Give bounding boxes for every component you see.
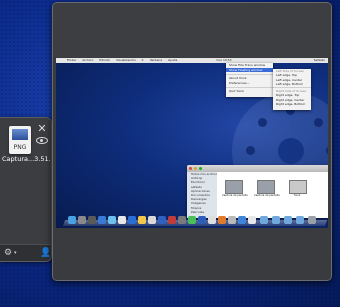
app-menu: Show Fiile Trans window Show Floating wi…	[226, 63, 273, 97]
zoom-dot	[199, 167, 202, 170]
file-thumbnail	[257, 180, 275, 194]
submenu-item: Right edge, Bottom	[276, 102, 306, 107]
file-thumbnail	[225, 180, 243, 194]
gear-icon[interactable]: ⚙	[4, 248, 12, 258]
preview-header-area	[53, 3, 331, 57]
user-name: Sefasto	[313, 58, 325, 62]
dock-app-icon	[208, 216, 216, 224]
file-label: Captura de pantalla	[254, 194, 280, 197]
dock-app-icon	[188, 216, 196, 224]
chevron-down-icon[interactable]: ▾	[14, 250, 17, 256]
reel-hole	[258, 118, 267, 127]
panel-footer: ⚙ ▾ 👤	[0, 244, 51, 261]
dock-app-icon	[178, 216, 186, 224]
person-icon[interactable]: 👤	[40, 248, 51, 258]
dock-app-icon	[148, 216, 156, 224]
menu-archivo: Archivo	[82, 58, 94, 62]
menu-finder: Finder	[67, 58, 77, 62]
menu-bar: Finder Archivo Edición Visualización Ir …	[56, 58, 328, 63]
close-icon[interactable]: ✕	[37, 123, 47, 134]
dock-app-icon	[118, 216, 126, 224]
dock-app-icon	[198, 216, 206, 224]
dock-app-icon	[138, 216, 146, 224]
menu-separator	[226, 86, 273, 88]
menu-item-highlighted: Show Floating window	[226, 67, 273, 72]
reel-hole	[314, 118, 323, 127]
reel-hole	[326, 146, 328, 155]
file-name-label[interactable]: Captura...3.51.png	[2, 155, 50, 163]
trash-icon	[308, 216, 316, 224]
dock-app-icon	[238, 216, 246, 224]
dock-app-icon	[168, 216, 176, 224]
dock-folder-icon	[284, 216, 292, 224]
dock-app-icon	[108, 216, 116, 224]
minimize-dot	[194, 167, 197, 170]
file-label: Captura de pantalla	[222, 194, 248, 197]
finder-toolbar	[187, 165, 328, 172]
dock-folder-icon	[296, 216, 304, 224]
close-dot	[189, 167, 192, 170]
dock-app-icon	[218, 216, 226, 224]
menu-separator	[226, 73, 273, 75]
menu-ayuda: Ayuda	[168, 58, 178, 62]
dock-app-icon	[128, 216, 136, 224]
dock-app-icon	[98, 216, 106, 224]
menu-edicion: Edición	[99, 58, 111, 62]
file-thumbnail	[289, 180, 307, 194]
dock-app-icon	[158, 216, 166, 224]
image-preview-thumbnail	[12, 129, 28, 140]
dock-app-icon	[228, 216, 236, 224]
file-extension-label: PNG	[13, 144, 27, 151]
file-label: Yoink	[293, 194, 301, 197]
dock	[62, 212, 328, 226]
menu-separator	[273, 87, 311, 89]
eye-icon[interactable]	[36, 137, 48, 144]
dock-app-icon	[88, 216, 96, 224]
reel-hub	[278, 138, 304, 164]
quick-look-window: Finder Archivo Edición Visualización Ir …	[52, 2, 332, 281]
screenshot-image: Finder Archivo Edición Visualización Ir …	[56, 58, 328, 228]
dock-folder-icon	[272, 216, 280, 224]
finder-dock-icon	[68, 216, 76, 224]
menu-ir: Ir	[141, 58, 144, 62]
png-file-icon[interactable]: PNG	[9, 126, 31, 154]
file-drop-panel: ✕ PNG Captura...3.51.png ⚙ ▾ 👤	[0, 117, 52, 262]
dock-folder-icon	[260, 216, 268, 224]
menu-item: Quit Yoink	[229, 89, 244, 93]
submenu-item: Left edge, Bottom	[276, 81, 304, 86]
preview-footer-area	[53, 229, 331, 280]
dock-app-icon	[248, 216, 256, 224]
finder-window: Todos mis archivos AirDrop Escritorio se…	[187, 165, 328, 218]
reel-hole	[246, 146, 255, 155]
dock-app-icon	[78, 216, 86, 224]
menu-visualizacion: Visualización	[116, 58, 136, 62]
menu-ventana: Ventana	[149, 58, 163, 62]
position-submenu: Left Side of Screen Left edge, Top Left …	[273, 69, 311, 110]
menu-item: Preferences...	[229, 80, 250, 85]
